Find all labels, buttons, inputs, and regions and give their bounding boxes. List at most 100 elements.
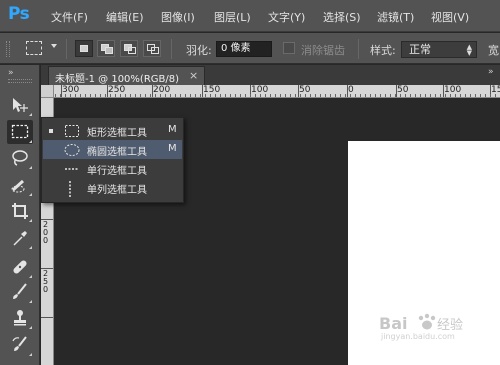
ruler-minor-tick (355, 94, 356, 97)
lasso-tool-icon[interactable] (7, 146, 33, 170)
close-icon[interactable]: × (189, 69, 198, 82)
new-selection-icon (80, 45, 88, 52)
ruler-minor-tick (165, 94, 166, 97)
ruler-minor-tick (480, 94, 481, 97)
ruler-minor-tick (430, 94, 431, 97)
style-select[interactable]: 正常 ▲ ▼ (401, 41, 477, 58)
ruler-minor-tick (490, 94, 491, 97)
chevron-down-icon[interactable] (51, 44, 57, 48)
flyout-item-rectangular-marquee[interactable]: 矩形选框工具 M (43, 121, 182, 140)
ruler-minor-tick (310, 94, 311, 97)
ruler-minor-tick (295, 94, 296, 97)
ruler-minor-tick (170, 94, 171, 97)
ruler-minor-tick (315, 94, 316, 97)
elliptical-marquee-icon (64, 144, 80, 156)
clone-stamp-tool-icon[interactable] (7, 306, 33, 330)
antialias-checkbox[interactable] (283, 42, 295, 54)
horizontal-ruler[interactable]: 300 250 200 150 100 50 0 50 100 150 (41, 85, 500, 98)
tool-group-indicator (29, 326, 32, 329)
ruler-minor-tick (60, 94, 61, 97)
ruler-minor-tick (240, 94, 241, 97)
ruler-minor-tick (495, 94, 496, 97)
ruler-minor-tick (305, 94, 306, 97)
flyout-item-single-row-marquee[interactable]: 单行选框工具 (43, 159, 182, 178)
ruler-origin[interactable] (41, 85, 54, 98)
intersect-selection-button[interactable] (143, 40, 161, 57)
move-tool-icon[interactable] (7, 93, 33, 117)
flyout-item-elliptical-marquee[interactable]: 椭圆选框工具 M (43, 140, 182, 159)
tool-group-indicator (29, 113, 32, 116)
ruler-label: 50 (397, 85, 409, 95)
ruler-minor-tick (125, 94, 126, 97)
tool-group-indicator (29, 193, 32, 196)
subtract-from-selection-button[interactable] (120, 40, 138, 57)
ruler-minor-tick (150, 94, 151, 97)
add-to-selection-button[interactable] (97, 40, 115, 57)
crop-tool-icon[interactable] (7, 199, 33, 223)
healing-brush-tool-icon[interactable] (7, 255, 33, 279)
flyout-item-shortcut: M (168, 124, 177, 135)
ruler-minor-tick (115, 94, 116, 97)
quick-selection-tool-icon[interactable] (7, 173, 33, 197)
document-tab[interactable]: 未标题-1 @ 100%(RGB/8) × (48, 66, 205, 85)
style-label: 样式: (370, 44, 396, 57)
ruler-minor-tick (350, 94, 351, 97)
ruler-minor-tick (235, 94, 236, 97)
ruler-minor-tick (410, 94, 411, 97)
tools-panel-grip[interactable] (8, 79, 32, 83)
photoshop-logo: Ps (8, 4, 30, 24)
ruler-label: 0 (43, 236, 49, 245)
ruler-minor-tick (270, 94, 271, 97)
menu-layer[interactable]: 图层(L) (214, 9, 251, 25)
ruler-label: 0 (43, 285, 49, 294)
new-selection-button[interactable] (75, 40, 93, 57)
ruler-minor-tick (220, 94, 221, 97)
ruler-minor-tick (465, 94, 466, 97)
ruler-minor-tick (365, 94, 366, 97)
collapse-panels-icon[interactable]: » (488, 67, 493, 77)
ruler-minor-tick (120, 94, 121, 97)
ruler-minor-tick (65, 94, 66, 97)
ruler-minor-tick (460, 94, 461, 97)
menu-file[interactable]: 文件(F) (51, 9, 88, 25)
ruler-minor-tick (370, 94, 371, 97)
history-brush-tool-icon[interactable] (7, 333, 33, 357)
ruler-minor-tick (400, 94, 401, 97)
single-row-marquee-icon (65, 168, 79, 170)
tool-group-indicator (29, 275, 32, 278)
tool-group-indicator (29, 246, 32, 249)
ruler-minor-tick (130, 94, 131, 97)
menu-image[interactable]: 图像(I) (161, 9, 195, 25)
intersect-selection-icon-overlap (151, 47, 159, 54)
watermark-url: jingyan.baidu.com (381, 332, 455, 341)
tool-group-indicator (29, 300, 32, 303)
document-tab-title: 未标题-1 @ 100%(RGB/8) (55, 74, 180, 85)
divider (66, 39, 67, 59)
feather-input[interactable]: 0 像素 (216, 41, 272, 57)
ruler-minor-tick (155, 94, 156, 97)
ruler-minor-tick (260, 94, 261, 97)
ruler-minor-tick (135, 94, 136, 97)
rectangular-marquee-icon (65, 125, 79, 137)
selected-bullet-icon (49, 129, 53, 133)
collapse-panel-icon[interactable]: » (8, 68, 13, 78)
ruler-minor-tick (435, 94, 436, 97)
menu-edit[interactable]: 编辑(E) (106, 9, 144, 25)
menu-filter[interactable]: 滤镜(T) (377, 9, 414, 25)
ruler-minor-tick (225, 94, 226, 97)
eyedropper-tool-icon[interactable] (7, 226, 33, 250)
options-bar: 羽化: 0 像素 消除锯齿 样式: 正常 ▲ ▼ 宽 (0, 33, 500, 64)
flyout-item-single-column-marquee[interactable]: 单列选框工具 (43, 178, 182, 197)
ruler-minor-tick (330, 94, 331, 97)
svg-text:Bai: Bai (379, 314, 407, 333)
menu-view[interactable]: 视图(V) (431, 9, 469, 25)
rectangular-marquee-tool-icon[interactable] (7, 120, 33, 144)
menu-type[interactable]: 文字(Y) (268, 9, 305, 25)
flyout-item-label: 单行选框工具 (87, 166, 147, 177)
brush-tool-icon[interactable] (7, 280, 33, 304)
ruler-minor-tick (70, 94, 71, 97)
ruler-minor-tick (470, 94, 471, 97)
options-bar-grip[interactable] (6, 41, 10, 57)
menu-select[interactable]: 选择(S) (323, 9, 361, 25)
tool-preset-picker-icon[interactable] (26, 41, 42, 55)
